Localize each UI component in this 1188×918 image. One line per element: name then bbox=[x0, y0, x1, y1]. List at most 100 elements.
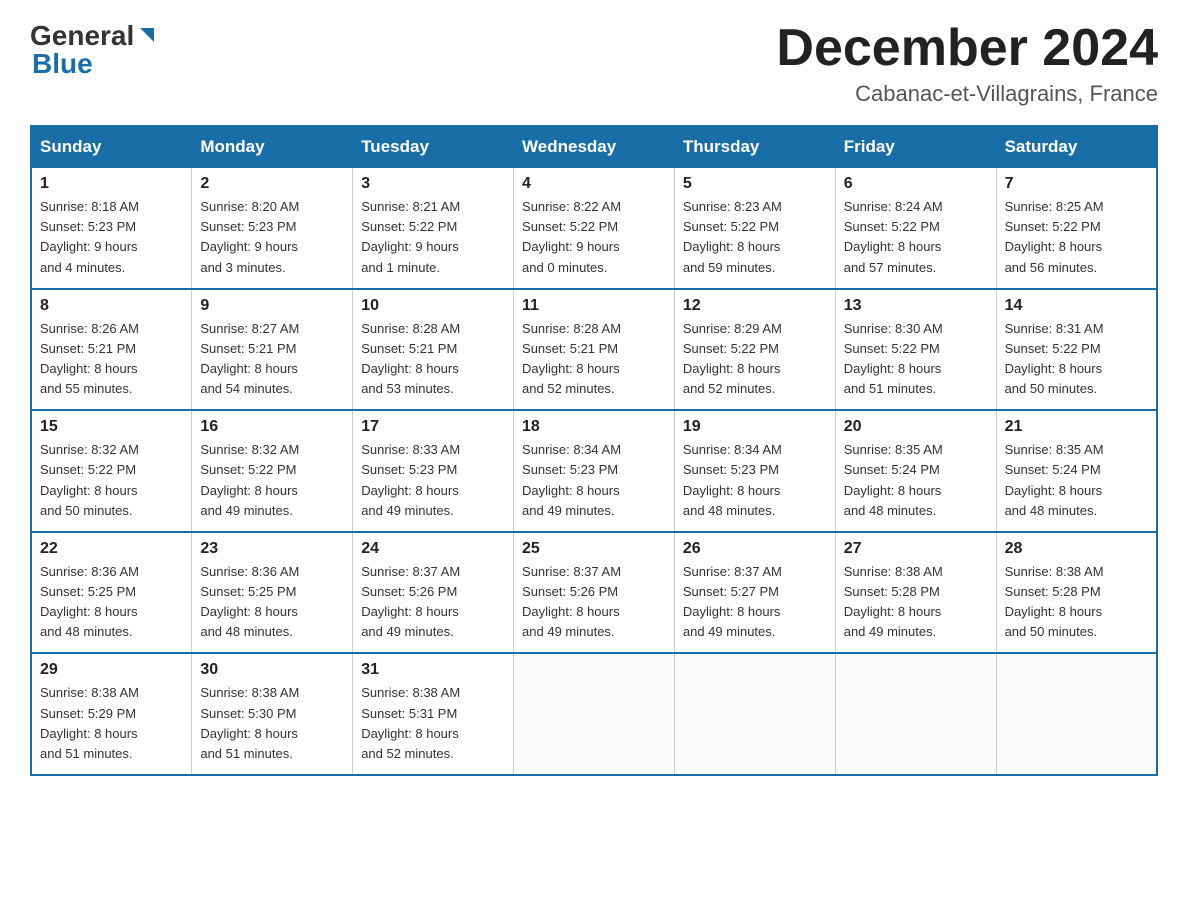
calendar-day-cell: 18 Sunrise: 8:34 AMSunset: 5:23 PMDaylig… bbox=[514, 410, 675, 532]
calendar-day-cell bbox=[996, 653, 1157, 775]
day-number: 3 bbox=[361, 175, 505, 193]
calendar-day-cell: 24 Sunrise: 8:37 AMSunset: 5:26 PMDaylig… bbox=[353, 532, 514, 654]
calendar-day-cell: 3 Sunrise: 8:21 AMSunset: 5:22 PMDayligh… bbox=[353, 168, 514, 289]
calendar-day-cell: 25 Sunrise: 8:37 AMSunset: 5:26 PMDaylig… bbox=[514, 532, 675, 654]
day-info: Sunrise: 8:29 AMSunset: 5:22 PMDaylight:… bbox=[683, 321, 782, 396]
calendar-day-cell: 5 Sunrise: 8:23 AMSunset: 5:22 PMDayligh… bbox=[674, 168, 835, 289]
calendar-day-cell: 22 Sunrise: 8:36 AMSunset: 5:25 PMDaylig… bbox=[31, 532, 192, 654]
calendar-week-row: 22 Sunrise: 8:36 AMSunset: 5:25 PMDaylig… bbox=[31, 532, 1157, 654]
day-number: 22 bbox=[40, 540, 183, 558]
day-info: Sunrise: 8:22 AMSunset: 5:22 PMDaylight:… bbox=[522, 199, 621, 274]
calendar-day-cell: 17 Sunrise: 8:33 AMSunset: 5:23 PMDaylig… bbox=[353, 410, 514, 532]
calendar-week-row: 29 Sunrise: 8:38 AMSunset: 5:29 PMDaylig… bbox=[31, 653, 1157, 775]
location-text: Cabanac-et-Villagrains, France bbox=[776, 81, 1158, 107]
day-number: 4 bbox=[522, 175, 666, 193]
calendar-day-cell: 9 Sunrise: 8:27 AMSunset: 5:21 PMDayligh… bbox=[192, 289, 353, 411]
day-info: Sunrise: 8:21 AMSunset: 5:22 PMDaylight:… bbox=[361, 199, 460, 274]
calendar-header-wednesday: Wednesday bbox=[514, 126, 675, 168]
day-number: 29 bbox=[40, 661, 183, 679]
calendar-day-cell: 20 Sunrise: 8:35 AMSunset: 5:24 PMDaylig… bbox=[835, 410, 996, 532]
day-number: 8 bbox=[40, 297, 183, 315]
calendar-day-cell: 21 Sunrise: 8:35 AMSunset: 5:24 PMDaylig… bbox=[996, 410, 1157, 532]
calendar-day-cell: 16 Sunrise: 8:32 AMSunset: 5:22 PMDaylig… bbox=[192, 410, 353, 532]
calendar-header-thursday: Thursday bbox=[674, 126, 835, 168]
day-number: 25 bbox=[522, 540, 666, 558]
day-number: 1 bbox=[40, 175, 183, 193]
calendar-day-cell: 27 Sunrise: 8:38 AMSunset: 5:28 PMDaylig… bbox=[835, 532, 996, 654]
calendar-day-cell: 7 Sunrise: 8:25 AMSunset: 5:22 PMDayligh… bbox=[996, 168, 1157, 289]
calendar-day-cell: 12 Sunrise: 8:29 AMSunset: 5:22 PMDaylig… bbox=[674, 289, 835, 411]
day-info: Sunrise: 8:24 AMSunset: 5:22 PMDaylight:… bbox=[844, 199, 943, 274]
calendar-header-tuesday: Tuesday bbox=[353, 126, 514, 168]
calendar-day-cell: 2 Sunrise: 8:20 AMSunset: 5:23 PMDayligh… bbox=[192, 168, 353, 289]
day-number: 26 bbox=[683, 540, 827, 558]
day-info: Sunrise: 8:38 AMSunset: 5:28 PMDaylight:… bbox=[844, 564, 943, 639]
day-number: 19 bbox=[683, 418, 827, 436]
calendar-day-cell: 10 Sunrise: 8:28 AMSunset: 5:21 PMDaylig… bbox=[353, 289, 514, 411]
calendar-day-cell: 11 Sunrise: 8:28 AMSunset: 5:21 PMDaylig… bbox=[514, 289, 675, 411]
day-info: Sunrise: 8:28 AMSunset: 5:21 PMDaylight:… bbox=[522, 321, 621, 396]
logo-flag-icon bbox=[136, 24, 158, 46]
day-info: Sunrise: 8:34 AMSunset: 5:23 PMDaylight:… bbox=[683, 442, 782, 517]
day-info: Sunrise: 8:23 AMSunset: 5:22 PMDaylight:… bbox=[683, 199, 782, 274]
calendar-header-friday: Friday bbox=[835, 126, 996, 168]
calendar-day-cell: 1 Sunrise: 8:18 AMSunset: 5:23 PMDayligh… bbox=[31, 168, 192, 289]
day-number: 5 bbox=[683, 175, 827, 193]
logo-blue-text: Blue bbox=[32, 48, 93, 80]
day-number: 10 bbox=[361, 297, 505, 315]
day-number: 6 bbox=[844, 175, 988, 193]
day-number: 27 bbox=[844, 540, 988, 558]
day-info: Sunrise: 8:18 AMSunset: 5:23 PMDaylight:… bbox=[40, 199, 139, 274]
day-info: Sunrise: 8:37 AMSunset: 5:26 PMDaylight:… bbox=[361, 564, 460, 639]
calendar-header-monday: Monday bbox=[192, 126, 353, 168]
calendar-day-cell bbox=[835, 653, 996, 775]
day-info: Sunrise: 8:32 AMSunset: 5:22 PMDaylight:… bbox=[200, 442, 299, 517]
calendar-day-cell: 13 Sunrise: 8:30 AMSunset: 5:22 PMDaylig… bbox=[835, 289, 996, 411]
month-title: December 2024 bbox=[776, 20, 1158, 77]
day-number: 16 bbox=[200, 418, 344, 436]
day-number: 18 bbox=[522, 418, 666, 436]
calendar-table: SundayMondayTuesdayWednesdayThursdayFrid… bbox=[30, 125, 1158, 776]
calendar-week-row: 15 Sunrise: 8:32 AMSunset: 5:22 PMDaylig… bbox=[31, 410, 1157, 532]
calendar-header-sunday: Sunday bbox=[31, 126, 192, 168]
day-number: 24 bbox=[361, 540, 505, 558]
calendar-day-cell: 26 Sunrise: 8:37 AMSunset: 5:27 PMDaylig… bbox=[674, 532, 835, 654]
day-info: Sunrise: 8:26 AMSunset: 5:21 PMDaylight:… bbox=[40, 321, 139, 396]
day-info: Sunrise: 8:38 AMSunset: 5:31 PMDaylight:… bbox=[361, 685, 460, 760]
day-info: Sunrise: 8:35 AMSunset: 5:24 PMDaylight:… bbox=[1005, 442, 1104, 517]
day-number: 9 bbox=[200, 297, 344, 315]
day-info: Sunrise: 8:33 AMSunset: 5:23 PMDaylight:… bbox=[361, 442, 460, 517]
day-number: 30 bbox=[200, 661, 344, 679]
day-info: Sunrise: 8:25 AMSunset: 5:22 PMDaylight:… bbox=[1005, 199, 1104, 274]
day-number: 28 bbox=[1005, 540, 1148, 558]
day-number: 2 bbox=[200, 175, 344, 193]
calendar-day-cell: 31 Sunrise: 8:38 AMSunset: 5:31 PMDaylig… bbox=[353, 653, 514, 775]
day-info: Sunrise: 8:32 AMSunset: 5:22 PMDaylight:… bbox=[40, 442, 139, 517]
calendar-day-cell: 19 Sunrise: 8:34 AMSunset: 5:23 PMDaylig… bbox=[674, 410, 835, 532]
day-info: Sunrise: 8:38 AMSunset: 5:28 PMDaylight:… bbox=[1005, 564, 1104, 639]
day-info: Sunrise: 8:31 AMSunset: 5:22 PMDaylight:… bbox=[1005, 321, 1104, 396]
day-number: 31 bbox=[361, 661, 505, 679]
calendar-day-cell: 28 Sunrise: 8:38 AMSunset: 5:28 PMDaylig… bbox=[996, 532, 1157, 654]
day-number: 21 bbox=[1005, 418, 1148, 436]
calendar-day-cell bbox=[674, 653, 835, 775]
day-info: Sunrise: 8:34 AMSunset: 5:23 PMDaylight:… bbox=[522, 442, 621, 517]
calendar-week-row: 8 Sunrise: 8:26 AMSunset: 5:21 PMDayligh… bbox=[31, 289, 1157, 411]
day-info: Sunrise: 8:35 AMSunset: 5:24 PMDaylight:… bbox=[844, 442, 943, 517]
day-number: 23 bbox=[200, 540, 344, 558]
day-info: Sunrise: 8:37 AMSunset: 5:26 PMDaylight:… bbox=[522, 564, 621, 639]
day-info: Sunrise: 8:36 AMSunset: 5:25 PMDaylight:… bbox=[40, 564, 139, 639]
day-number: 14 bbox=[1005, 297, 1148, 315]
calendar-day-cell: 4 Sunrise: 8:22 AMSunset: 5:22 PMDayligh… bbox=[514, 168, 675, 289]
calendar-header-saturday: Saturday bbox=[996, 126, 1157, 168]
day-info: Sunrise: 8:38 AMSunset: 5:30 PMDaylight:… bbox=[200, 685, 299, 760]
day-info: Sunrise: 8:28 AMSunset: 5:21 PMDaylight:… bbox=[361, 321, 460, 396]
calendar-header-row: SundayMondayTuesdayWednesdayThursdayFrid… bbox=[31, 126, 1157, 168]
day-info: Sunrise: 8:37 AMSunset: 5:27 PMDaylight:… bbox=[683, 564, 782, 639]
day-number: 20 bbox=[844, 418, 988, 436]
page-header: General Blue December 2024 Cabanac-et-Vi… bbox=[30, 20, 1158, 107]
day-info: Sunrise: 8:20 AMSunset: 5:23 PMDaylight:… bbox=[200, 199, 299, 274]
day-number: 12 bbox=[683, 297, 827, 315]
calendar-week-row: 1 Sunrise: 8:18 AMSunset: 5:23 PMDayligh… bbox=[31, 168, 1157, 289]
day-info: Sunrise: 8:30 AMSunset: 5:22 PMDaylight:… bbox=[844, 321, 943, 396]
